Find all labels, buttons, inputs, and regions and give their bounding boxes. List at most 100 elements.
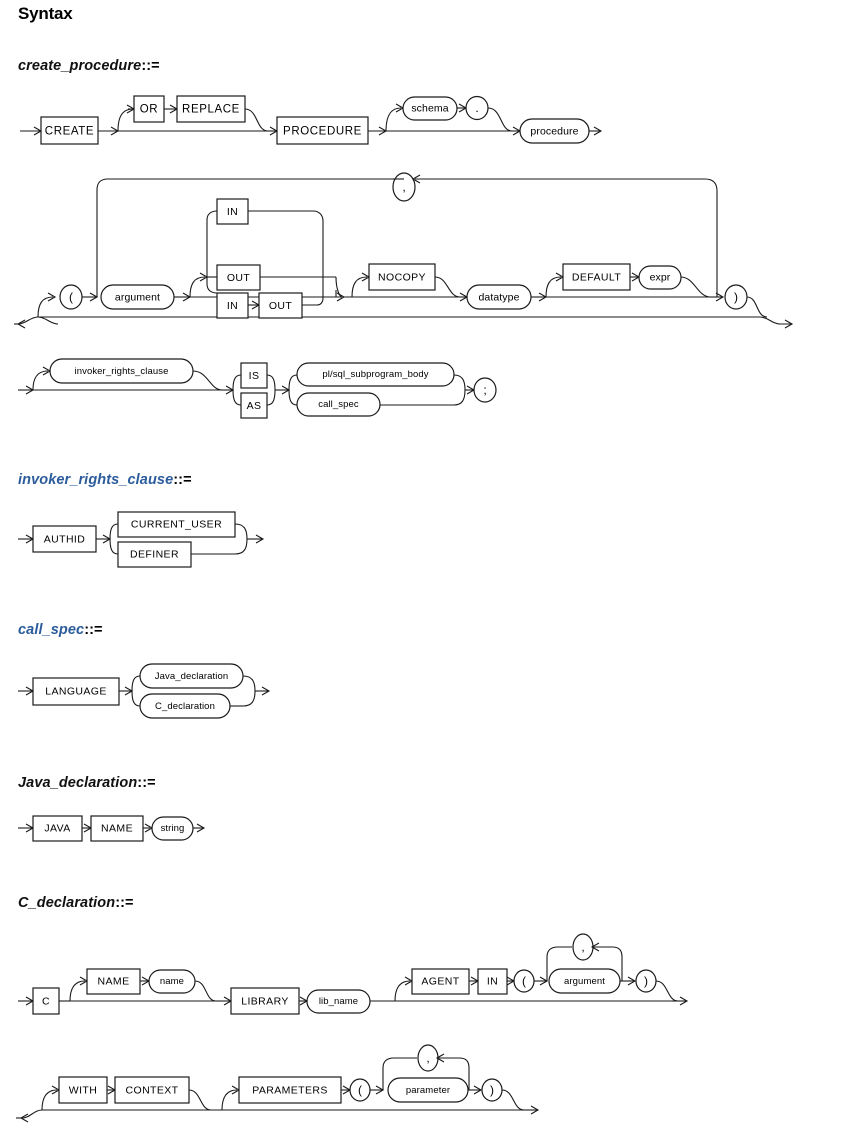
rail-body-right-up: [453, 374, 466, 391]
rail-cs-left-down: [131, 690, 141, 707]
label-procedure: procedure: [530, 125, 578, 137]
railroad-svg-invoker-rights-clause: AUTHID CURRENT_USER DEFINER: [18, 511, 265, 568]
label-p-rparen: ): [490, 1083, 494, 1097]
label-authid: AUTHID: [44, 533, 85, 545]
rule-name-invoker-rights-clause: invoker_rights_clause: [18, 472, 174, 488]
label-comma: ,: [402, 180, 405, 194]
label-name-keyword: NAME: [101, 822, 133, 834]
label-nocopy: NOCOPY: [378, 271, 426, 283]
label-current-user: CURRENT_USER: [131, 518, 222, 530]
label-semicolon: ;: [483, 383, 486, 397]
label-definer: DEFINER: [130, 548, 179, 560]
railroad-svg-c-declaration-line2: WITH CONTEXT PARAMETERS ( , parameter): [16, 1044, 540, 1123]
rail-isas-right-down: [266, 389, 276, 406]
rail-cs-right-down: [242, 690, 256, 707]
rail-rparen-down: [746, 296, 768, 318]
label-c: C: [42, 995, 50, 1007]
label-as: AS: [247, 400, 262, 412]
label-procedure-keyword: PROCEDURE: [283, 126, 362, 138]
label-agent: AGENT: [421, 975, 459, 987]
rail-cs-right-up: [242, 675, 256, 692]
rule-heading-java-declaration: Java_declaration::=: [18, 775, 156, 791]
label-create: CREATE: [45, 126, 94, 138]
railroad-svg-call-spec: LANGUAGE Java_declaration C_declaration: [18, 663, 271, 719]
rail-p-rparen-down: [501, 1089, 525, 1111]
rail-wrap-in-c2: [21, 1109, 43, 1119]
rule-heading-c-declaration: C_declaration::=: [18, 895, 134, 911]
label-replace: REPLACE: [182, 104, 240, 116]
label-string: string: [161, 823, 185, 834]
rail-up-to-or: [117, 108, 134, 132]
rail-irc-right-down: [234, 538, 248, 555]
railroad-svg-arguments: ( , argument IN OUT IN OUT NOCOPY dataty…: [14, 172, 794, 329]
rule-operator-call-spec: ::=: [84, 622, 103, 638]
diagram-java-declaration: JAVA NAME string: [0, 812, 400, 852]
label-datatype: datatype: [478, 291, 519, 303]
label-java: JAVA: [44, 822, 70, 834]
label-p-comma: ,: [426, 1051, 429, 1065]
rail-wrap-out: [759, 316, 792, 325]
railroad-svg-java-declaration: JAVA NAME string: [18, 815, 206, 842]
rule-operator-java-declaration: ::=: [137, 775, 156, 791]
rail-isas-left-up: [232, 374, 242, 391]
diagram-c-declaration-line1: C NAME name LIBRARY lib_name AGENT IN (…: [0, 932, 855, 1022]
label-is: IS: [249, 370, 260, 382]
diagram-create-procedure-body: invoker_rights_clause IS AS pl/sql_subpr…: [0, 352, 855, 427]
label-c-name: name: [160, 976, 184, 987]
label-expr: expr: [650, 271, 671, 283]
rail-up-to-schema: [385, 107, 402, 132]
label-parameter: parameter: [406, 1085, 450, 1096]
rail-mode-left-down: [206, 277, 218, 294]
rule-operator-c-declaration: ::=: [115, 895, 134, 911]
label-invoker-rights-clause: invoker_rights_clause: [75, 366, 169, 377]
rule-operator-create-procedure: ::=: [141, 58, 160, 74]
label-lparen: (: [69, 290, 73, 304]
diagram-create-procedure-line1: CREATE OR REPLACE PROCEDURE schema . pro…: [0, 95, 855, 163]
label-c-comma: ,: [581, 940, 584, 954]
rail-irc-left-up: [109, 523, 119, 540]
label-p-lparen: (: [358, 1083, 362, 1097]
label-default: DEFAULT: [572, 271, 621, 283]
label-plsql-subprogram-body: pl/sql_subprogram_body: [322, 369, 428, 380]
rail-isas-right-up: [266, 374, 276, 391]
rail-dot-down: [487, 107, 513, 132]
label-c-name-keyword: NAME: [98, 975, 130, 987]
label-mode-in2: IN: [227, 300, 238, 312]
rail-irc-down: [192, 370, 223, 391]
rail-irc-right-up: [234, 523, 248, 540]
label-mode-out2: OUT: [269, 300, 293, 312]
label-parameters: PARAMETERS: [252, 1084, 328, 1096]
label-library: LIBRARY: [241, 995, 289, 1007]
rail-body-left-down: [288, 389, 298, 406]
label-lib-name: lib_name: [319, 996, 358, 1007]
label-schema: schema: [411, 102, 448, 114]
rule-heading-invoker-rights-clause: invoker_rights_clause::=: [18, 472, 192, 488]
diagram-c-declaration-line2: WITH CONTEXT PARAMETERS ( , parameter): [0, 1044, 855, 1128]
rule-heading-call-spec: call_spec::=: [18, 622, 103, 638]
label-c-lparen: (: [522, 974, 526, 988]
syntax-page: Syntax create_procedure::= CREATE OR REP…: [0, 0, 855, 1129]
rail-body-left-up: [288, 374, 298, 391]
rail-body-right-down: [453, 389, 466, 406]
rail-context-down: [188, 1089, 212, 1111]
diagram-call-spec: LANGUAGE Java_declaration C_declaration: [0, 660, 500, 725]
label-rparen: ): [734, 290, 738, 304]
label-c-argument: argument: [564, 976, 605, 987]
railroad-svg-body: invoker_rights_clause IS AS pl/sql_subpr…: [18, 358, 497, 419]
rule-name-java-declaration: Java_declaration: [18, 775, 138, 791]
rail-replace-down: [244, 108, 269, 132]
rail-isas-left-down: [232, 389, 242, 406]
label-language: LANGUAGE: [45, 685, 107, 697]
railroad-svg-c-declaration-line1: C NAME name LIBRARY lib_name AGENT IN (…: [18, 933, 689, 1015]
label-mode-out: OUT: [227, 272, 251, 284]
rail-nocopy-down: [434, 276, 461, 298]
label-java-declaration: Java_declaration: [155, 671, 228, 682]
label-argument: argument: [115, 291, 160, 303]
rule-name-call-spec: call_spec: [18, 622, 85, 638]
rule-name-create-procedure: create_procedure: [18, 58, 142, 74]
page-title: Syntax: [18, 4, 73, 23]
label-mode-in: IN: [227, 206, 238, 218]
rail-expr-down: [680, 276, 711, 298]
label-context: CONTEXT: [126, 1084, 179, 1096]
railroad-svg-create-procedure-line1: CREATE OR REPLACE PROCEDURE schema . pro…: [20, 95, 603, 145]
